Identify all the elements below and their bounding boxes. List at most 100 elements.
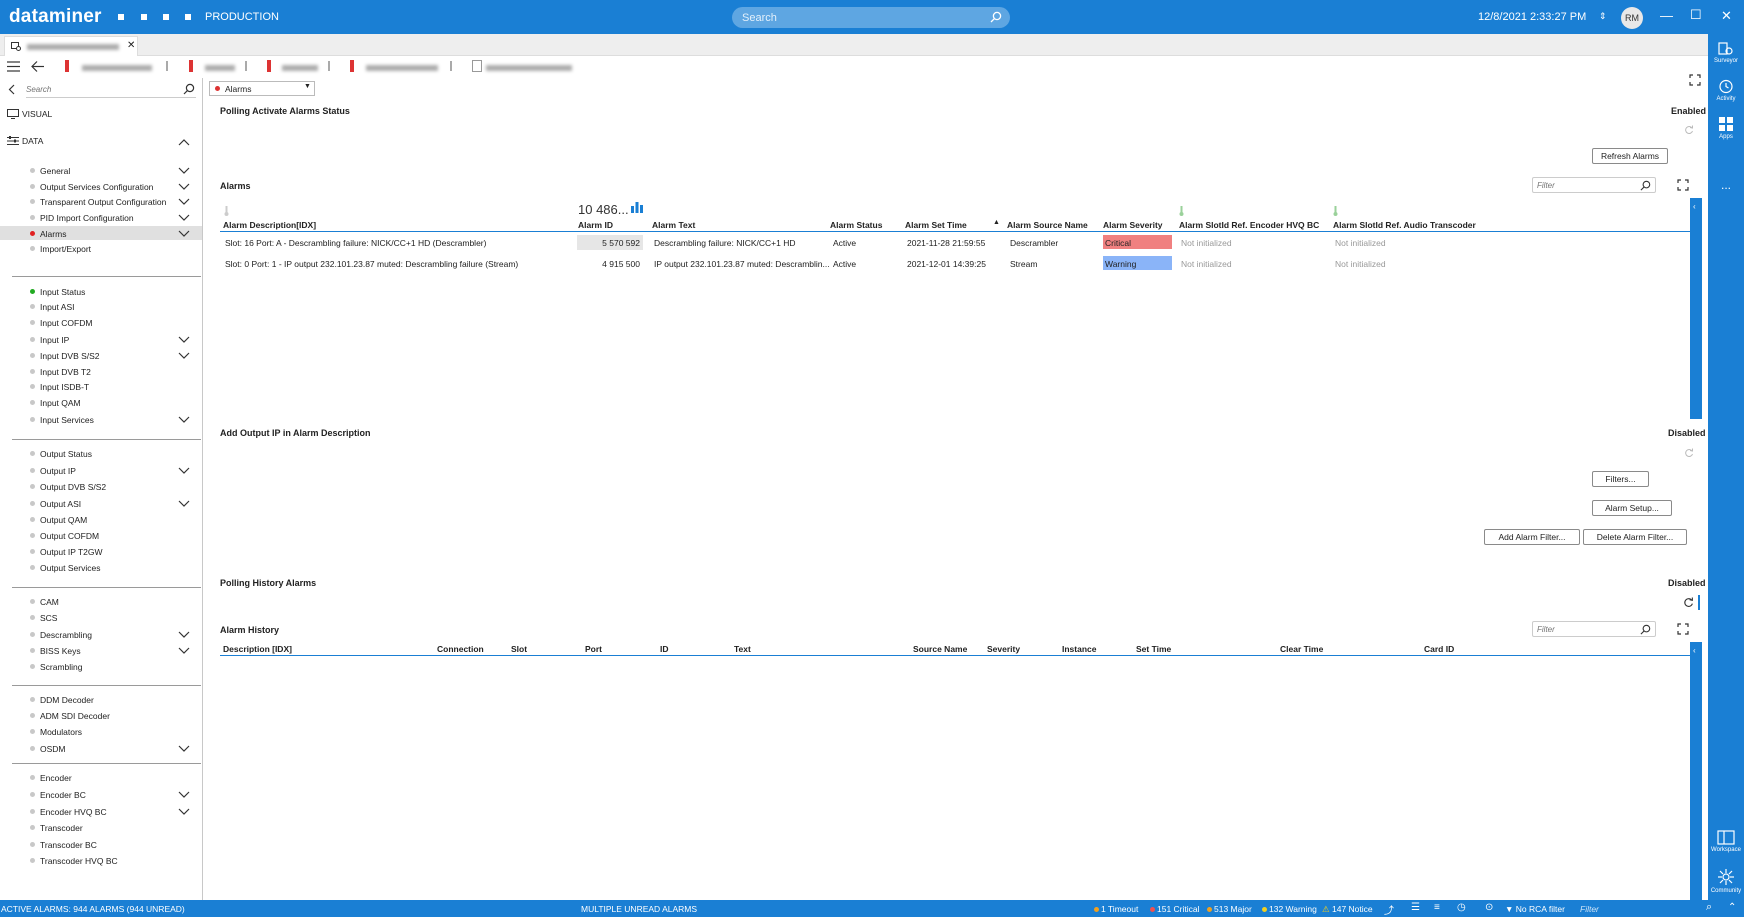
chevron-down-icon[interactable] [178,808,190,816]
maximize-icon[interactable]: ☐ [1690,7,1702,23]
column-header[interactable]: Set Time [1136,644,1171,654]
chevron-down-icon[interactable] [178,416,190,424]
active-alarms-summary[interactable]: ACTIVE ALARMS: 944 ALARMS (944 UNREAD) [1,904,185,914]
column-header[interactable]: Alarm Status [830,220,882,230]
chevron-down-icon[interactable] [178,791,190,799]
chevron-down-icon[interactable] [178,352,190,360]
chevron-up-icon[interactable]: ⌃ [1728,902,1736,913]
rail-activity[interactable]: Activity [1708,79,1744,102]
history-filter[interactable] [1532,621,1656,637]
rca-filter[interactable]: ▼ No RCA filter [1505,904,1565,914]
chevron-down-icon[interactable] [178,336,190,344]
column-header[interactable]: Alarm SlotId Ref. Audio Transcoder [1333,220,1476,230]
nav-item[interactable]: OSDM [40,744,66,754]
visual-section-label[interactable]: VISUAL [22,109,52,119]
chevron-down-icon[interactable] [178,214,190,222]
chevron-down-icon[interactable] [178,183,190,191]
card-tab[interactable]: ✕ [4,36,138,56]
chevron-down-icon[interactable] [178,167,190,175]
chevron-up-icon[interactable] [178,138,190,146]
nav-item[interactable]: Input IP [40,335,69,345]
tab-close-icon[interactable]: ✕ [127,40,135,51]
nav-item[interactable]: Modulators [40,727,82,737]
breadcrumb-redacted[interactable] [282,65,318,71]
column-header[interactable]: Clear Time [1280,644,1323,654]
column-header[interactable]: Alarm Severity [1103,220,1163,230]
major-count[interactable]: 513 Major [1207,904,1252,914]
polling-history-status[interactable]: Disabled [1668,578,1706,588]
quick-square-icon[interactable] [163,14,169,20]
column-header[interactable]: Source Name [913,644,967,654]
hamburger-menu-icon[interactable] [7,61,20,72]
column-header[interactable]: Connection [437,644,484,654]
data-section-label[interactable]: DATA [22,136,43,146]
delete-alarm-filter-button[interactable]: Delete Alarm Filter... [1583,529,1687,545]
warning-count[interactable]: 132 Warning [1262,904,1317,914]
nav-item[interactable]: Input COFDM [40,318,92,328]
nav-item[interactable]: DDM Decoder [40,695,94,705]
fullscreen-icon[interactable] [1677,623,1689,635]
column-header[interactable]: Alarm Text [652,220,695,230]
column-header[interactable]: ID [660,644,669,654]
critical-count[interactable]: 151 Critical [1150,904,1200,914]
sort-ascending-icon[interactable]: ▲ [993,219,1000,226]
nav-item[interactable]: Output IP [40,466,76,476]
nav-item[interactable]: General [40,166,70,176]
column-header[interactable]: Description [IDX] [223,644,292,654]
collapse-panel-icon[interactable] [8,84,16,95]
nav-item[interactable]: SCS [40,613,57,623]
nav-item[interactable]: Input DVB T2 [40,367,91,377]
sort-icon[interactable]: ≡ [1434,902,1440,913]
nav-item[interactable]: Transcoder HVQ BC [40,856,118,866]
nav-item[interactable]: Input ISDB-T [40,382,89,392]
nav-item[interactable]: Input Services [40,415,94,425]
nav-item[interactable]: Output Services [40,563,100,573]
close-icon[interactable]: ✕ [1721,8,1732,24]
statistics-icon[interactable] [631,202,643,213]
refresh-icon[interactable] [1684,125,1694,135]
nav-item[interactable]: Descrambling [40,630,92,640]
history-filter-input[interactable] [1537,623,1637,635]
chevron-down-icon[interactable] [178,467,190,475]
nav-item[interactable]: Encoder [40,773,72,783]
global-search[interactable] [732,7,1010,28]
nav-item[interactable]: Scrambling [40,662,83,672]
history-table-scrollbar[interactable]: ‹ [1690,642,1702,900]
nav-item[interactable]: PID Import Configuration [40,213,134,223]
column-header[interactable]: Alarm Source Name [1007,220,1088,230]
add-output-ip-status[interactable]: Disabled [1668,428,1706,438]
alarms-filter-input[interactable] [1537,179,1637,191]
search-icon[interactable] [1640,624,1651,635]
rail-apps[interactable]: Apps [1708,116,1744,140]
chevron-down-icon[interactable] [178,647,190,655]
nav-item[interactable]: Output DVB S/S2 [40,482,106,492]
clock-icon[interactable]: ◷ [1457,902,1466,913]
nav-item[interactable]: Transcoder [40,823,83,833]
quick-square-icon[interactable] [118,14,124,20]
clock-dropdown-icon[interactable]: ⇕ [1599,11,1607,22]
statusbar-filter-input[interactable]: Filter [1580,904,1599,914]
column-header[interactable]: Instance [1062,644,1097,654]
chevron-down-icon[interactable] [178,230,190,238]
unread-alarms-notice[interactable]: MULTIPLE UNREAD ALARMS [581,904,697,914]
search-icon[interactable] [1640,180,1651,191]
navigation-search[interactable] [26,82,196,98]
nav-item[interactable]: Transcoder BC [40,840,97,850]
alarms-table-scrollbar[interactable]: ‹ [1690,198,1702,419]
page-selector-dropdown[interactable]: Alarms ▼ [209,81,315,96]
column-header[interactable]: Alarm ID [578,220,613,230]
nav-item[interactable]: Encoder HVQ BC [40,807,107,817]
column-header[interactable]: Alarm Description[IDX] [223,220,316,230]
navigation-search-input[interactable] [26,82,176,96]
search-icon[interactable]: ⌕ [1706,901,1712,914]
nav-item[interactable]: Transparent Output Configuration [40,197,166,207]
nav-item[interactable]: CAM [40,597,59,607]
notice-count[interactable]: ⚠ 147 Notice [1322,904,1373,915]
nav-item[interactable]: ADM SDI Decoder [40,711,110,721]
timeout-count[interactable]: 1 Timeout [1094,904,1138,914]
breadcrumb-redacted[interactable] [486,65,572,71]
column-header[interactable]: Alarm SlotId Ref. Encoder HVQ BC [1179,220,1319,230]
column-header[interactable]: Port [585,644,602,654]
column-header[interactable]: Text [734,644,751,654]
chevron-down-icon[interactable] [178,745,190,753]
